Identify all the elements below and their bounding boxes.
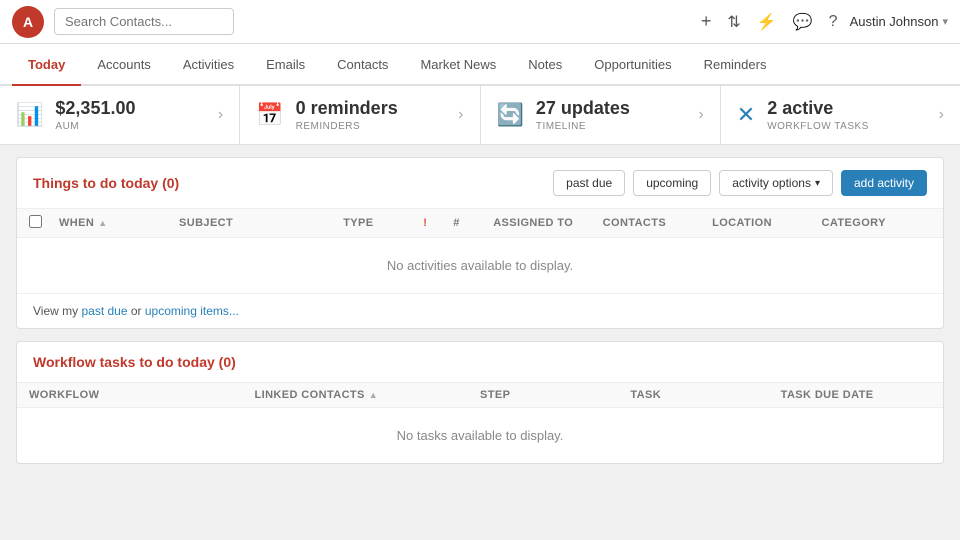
aum-icon: 📊 bbox=[16, 102, 43, 128]
updates-label: TIMELINE bbox=[536, 121, 630, 132]
workflow-section-header: Workflow tasks to do today (0) bbox=[17, 342, 943, 383]
footer-upcoming-link[interactable]: upcoming items... bbox=[145, 304, 239, 318]
select-all-checkbox[interactable] bbox=[29, 215, 42, 228]
activities-footer: View my past due or upcoming items... bbox=[17, 293, 943, 328]
col-subject-header: SUBJECT bbox=[179, 217, 343, 229]
updates-arrow: › bbox=[698, 106, 703, 124]
col-priority-header: ! bbox=[423, 217, 453, 229]
past-due-button[interactable]: past due bbox=[553, 170, 625, 196]
activity-options-button[interactable]: activity options ▾ bbox=[719, 170, 833, 196]
col-when-header: WHEN ▲ bbox=[59, 217, 179, 229]
tab-accounts[interactable]: Accounts bbox=[81, 44, 166, 86]
header-checkbox bbox=[29, 215, 59, 231]
updates-value: 27 updates bbox=[536, 98, 630, 119]
tab-today[interactable]: Today bbox=[12, 44, 81, 86]
col-workflow-header: WORKFLOW bbox=[29, 389, 255, 401]
search-input[interactable] bbox=[54, 8, 234, 35]
aum-value: $2,351.00 bbox=[55, 98, 135, 119]
workflow-value: 2 active bbox=[767, 98, 869, 119]
reminders-arrow: › bbox=[458, 106, 463, 124]
activity-table-header: WHEN ▲ SUBJECT TYPE ! # ASSIGNED TO CONT… bbox=[17, 209, 943, 238]
workflow-table-header: WORKFLOW LINKED CONTACTS ▲ STEP TASK TAS… bbox=[17, 383, 943, 408]
activity-table: WHEN ▲ SUBJECT TYPE ! # ASSIGNED TO CONT… bbox=[17, 209, 943, 293]
tab-opportunities[interactable]: Opportunities bbox=[578, 44, 687, 86]
workflow-icon: ✕ bbox=[737, 102, 755, 128]
top-nav: A + ⇅ ⚡ 💬 ? Austin Johnson ▾ bbox=[0, 0, 960, 44]
tab-emails[interactable]: Emails bbox=[250, 44, 321, 86]
tab-market-news[interactable]: Market News bbox=[404, 44, 512, 86]
reminders-value: 0 reminders bbox=[296, 98, 398, 119]
activities-actions: past due upcoming activity options ▾ add… bbox=[553, 170, 927, 196]
col-location-header: LOCATION bbox=[712, 217, 821, 229]
linked-sort-icon: ▲ bbox=[369, 390, 378, 400]
col-due-header: TASK DUE DATE bbox=[781, 389, 931, 401]
tab-bar: Today Accounts Activities Emails Contact… bbox=[0, 44, 960, 86]
activity-empty-message: No activities available to display. bbox=[387, 258, 573, 273]
reminders-icon: 📅 bbox=[256, 102, 283, 128]
reminders-label: REMINDERS bbox=[296, 121, 398, 132]
workflow-table: WORKFLOW LINKED CONTACTS ▲ STEP TASK TAS… bbox=[17, 383, 943, 463]
activity-table-body: No activities available to display. bbox=[17, 238, 943, 293]
footer-middle: or bbox=[131, 304, 145, 318]
col-type-header: TYPE bbox=[343, 217, 423, 229]
workflow-title: Workflow tasks to do today (0) bbox=[33, 354, 236, 370]
col-contacts-header: CONTACTS bbox=[603, 217, 712, 229]
summary-card-updates[interactable]: 🔄 27 updates TIMELINE › bbox=[481, 86, 721, 144]
when-sort-icon: ▲ bbox=[98, 218, 107, 228]
activities-title: Things to do today (0) bbox=[33, 175, 179, 191]
summary-row: 📊 $2,351.00 AUM › 📅 0 reminders REMINDER… bbox=[0, 86, 960, 145]
tab-contacts[interactable]: Contacts bbox=[321, 44, 404, 86]
updates-icon: 🔄 bbox=[497, 102, 524, 128]
activities-section: Things to do today (0) past due upcoming… bbox=[16, 157, 944, 329]
logo: A bbox=[12, 6, 44, 38]
chat-icon[interactable]: 💬 bbox=[793, 12, 813, 32]
workflow-section: Workflow tasks to do today (0) WORKFLOW … bbox=[16, 341, 944, 464]
tab-reminders[interactable]: Reminders bbox=[688, 44, 783, 86]
tab-notes[interactable]: Notes bbox=[512, 44, 578, 86]
workflow-empty-message: No tasks available to display. bbox=[397, 428, 564, 443]
filter-icon[interactable]: ⚡ bbox=[757, 12, 777, 32]
share-icon[interactable]: ⇅ bbox=[727, 12, 740, 32]
user-menu[interactable]: Austin Johnson ▾ bbox=[850, 14, 948, 29]
summary-card-workflow[interactable]: ✕ 2 active WORKFLOW TASKS › bbox=[721, 86, 960, 144]
summary-card-reminders[interactable]: 📅 0 reminders REMINDERS › bbox=[240, 86, 480, 144]
workflow-arrow: › bbox=[939, 106, 944, 124]
main-content: Things to do today (0) past due upcoming… bbox=[0, 145, 960, 537]
footer-prefix: View my bbox=[33, 304, 81, 318]
upcoming-button[interactable]: upcoming bbox=[633, 170, 711, 196]
footer-past-due-link[interactable]: past due bbox=[81, 304, 127, 318]
workflow-label: WORKFLOW TASKS bbox=[767, 121, 869, 132]
col-task-header: TASK bbox=[630, 389, 780, 401]
nav-icons: + ⇅ ⚡ 💬 ? bbox=[701, 11, 838, 32]
plus-icon[interactable]: + bbox=[701, 11, 712, 32]
aum-label: AUM bbox=[55, 121, 135, 132]
col-linked-header: LINKED CONTACTS ▲ bbox=[255, 389, 481, 401]
col-category-header: CATEGORY bbox=[822, 217, 931, 229]
tab-activities[interactable]: Activities bbox=[167, 44, 250, 86]
col-count-header: # bbox=[453, 217, 493, 229]
summary-card-aum[interactable]: 📊 $2,351.00 AUM › bbox=[0, 86, 240, 144]
aum-arrow: › bbox=[218, 106, 223, 124]
chevron-down-icon: ▾ bbox=[815, 178, 820, 189]
workflow-table-body: No tasks available to display. bbox=[17, 408, 943, 463]
col-assigned-header: ASSIGNED TO bbox=[493, 217, 602, 229]
activities-section-header: Things to do today (0) past due upcoming… bbox=[17, 158, 943, 209]
add-activity-button[interactable]: add activity bbox=[841, 170, 927, 196]
help-icon[interactable]: ? bbox=[829, 13, 838, 31]
col-step-header: STEP bbox=[480, 389, 630, 401]
